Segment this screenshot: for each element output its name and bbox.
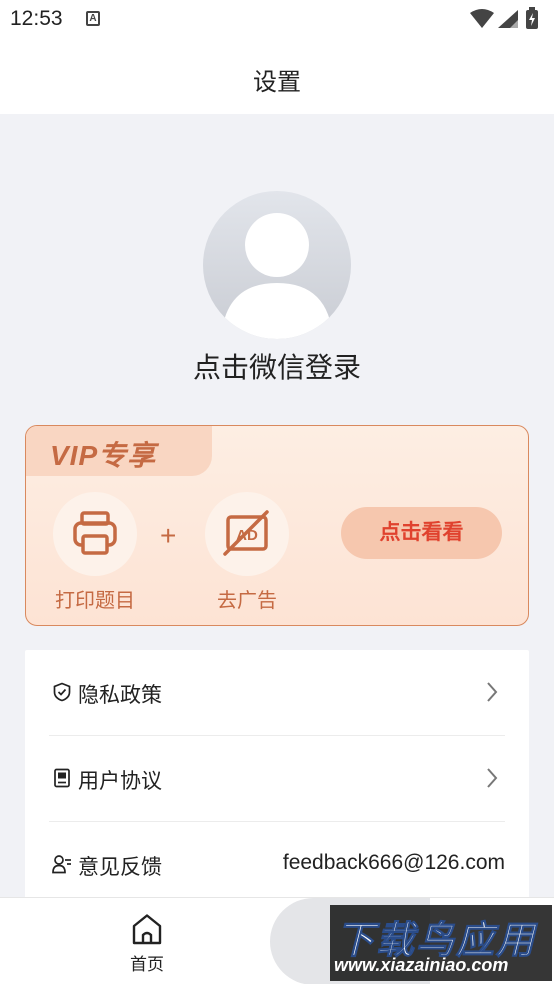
print-feature-label: 打印题目 [55, 590, 135, 612]
no-ad-icon: AD [223, 510, 269, 556]
user-silhouette-icon [221, 213, 333, 339]
page-title: 设置 [253, 69, 301, 96]
chevron-right-icon [487, 682, 498, 702]
printer-icon [73, 511, 117, 555]
menu-item-privacy-policy[interactable]: 隐私政策 [49, 650, 505, 736]
status-bar: 12:53 A [0, 0, 554, 40]
nav-home[interactable]: 首页 [110, 910, 184, 980]
vip-tab: VIP专享 [26, 426, 212, 476]
watermark-url: www.xiazainiao.com [334, 955, 509, 975]
menu-item-feedback[interactable]: 意见反馈 feedback666@126.com [49, 822, 505, 908]
notification-icon: A [86, 11, 100, 26]
vip-cta-button[interactable]: 点击看看 [341, 507, 502, 559]
wifi-icon [470, 9, 494, 28]
plus-sign: + [160, 520, 177, 551]
menu-item-label: 隐私政策 [78, 684, 162, 707]
feedback-email: feedback666@126.com [282, 851, 505, 874]
avatar[interactable] [203, 191, 351, 339]
vip-card: VIP专享 打印题目 + AD 去广告 点击看看 [25, 425, 529, 626]
no-ad-feature-label: 去广告 [217, 590, 277, 612]
app-bar: 设置 [0, 40, 554, 114]
watermark: 下载鸟应用 www.xiazainiao.com [330, 905, 552, 981]
menu-item-label: 用户协议 [78, 770, 162, 793]
nav-home-label: 首页 [130, 955, 164, 974]
menu-item-label: 意见反馈 [78, 856, 162, 879]
wechat-login-link[interactable]: 点击微信登录 [0, 346, 554, 386]
print-feature[interactable] [53, 492, 137, 576]
vip-tab-label: VIP专享 [50, 440, 157, 471]
settings-menu: 隐私政策 用户协议 意见反馈 feedback666@126.com [25, 650, 529, 900]
document-icon [54, 768, 70, 788]
chevron-right-icon [487, 768, 498, 788]
status-icons [470, 7, 538, 29]
no-ad-feature[interactable]: AD [205, 492, 289, 576]
user-feedback-icon [52, 855, 71, 874]
shield-check-icon [53, 682, 71, 702]
home-icon [132, 914, 162, 945]
status-time: 12:53 [10, 7, 63, 30]
menu-item-user-agreement[interactable]: 用户协议 [49, 736, 505, 822]
